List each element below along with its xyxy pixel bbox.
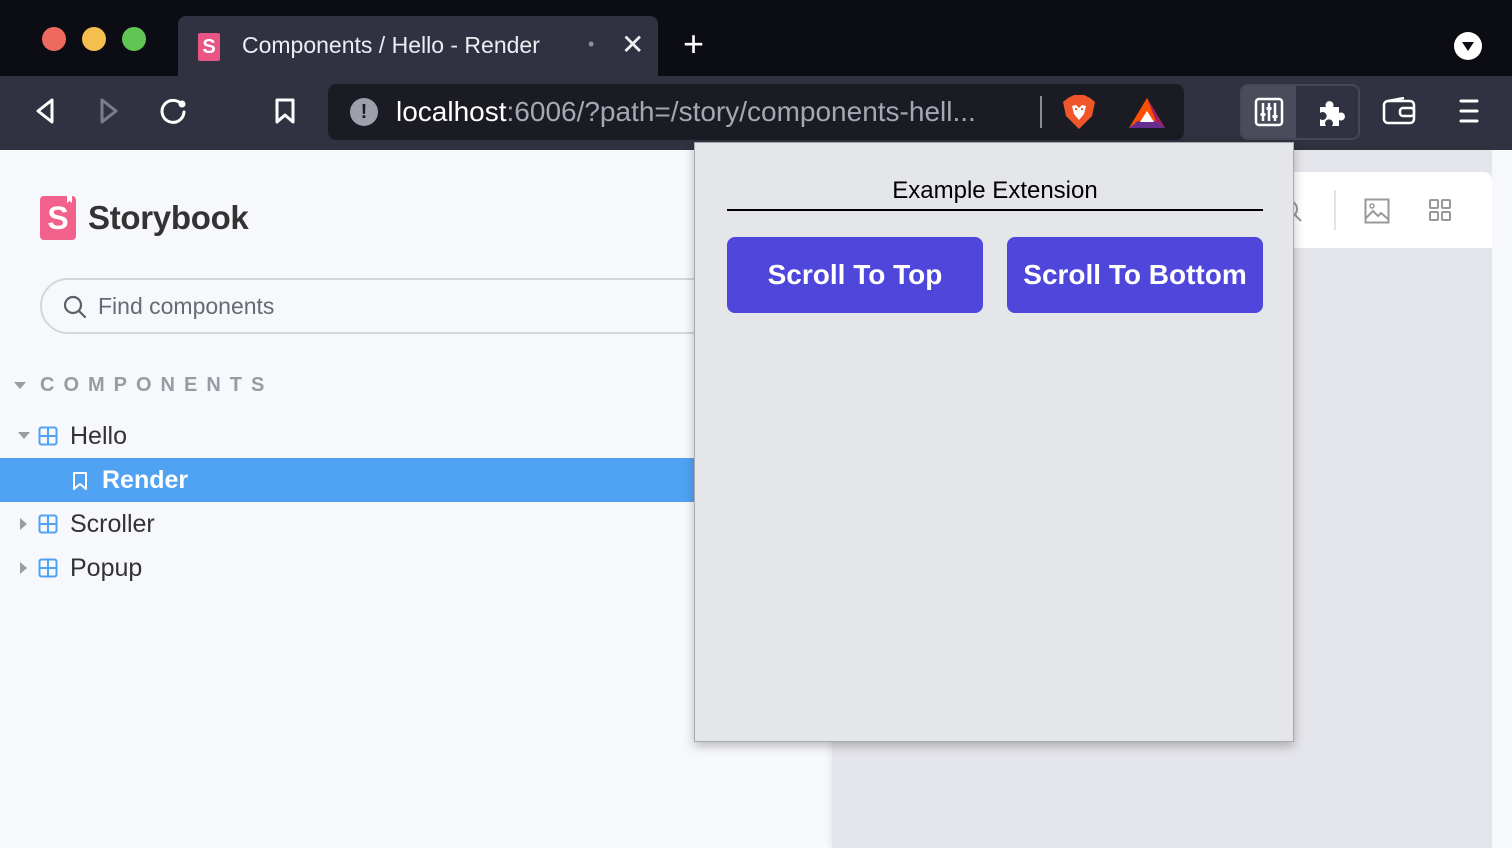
extensions-group (1240, 84, 1360, 140)
site-info-icon[interactable]: ! (350, 98, 378, 126)
component-icon (38, 426, 58, 446)
reload-icon[interactable] (156, 94, 190, 128)
scroll-to-top-button[interactable]: Scroll To Top (727, 237, 983, 313)
section-header-components[interactable]: COMPONENTS (14, 374, 273, 397)
puzzle-icon[interactable] (1316, 98, 1346, 128)
tab-close-icon[interactable]: ✕ (621, 30, 644, 60)
right-gutter (1492, 150, 1512, 848)
brave-rewards-icon[interactable] (1128, 97, 1166, 129)
storybook-logo[interactable]: S Storybook (40, 196, 249, 240)
scroll-to-bottom-button[interactable]: Scroll To Bottom (1007, 237, 1263, 313)
browser-window: S Components / Hello - Render • ✕ + ! lo… (0, 0, 1512, 848)
maximize-window-button[interactable] (122, 27, 146, 51)
tab-title: Components / Hello - Render (242, 32, 540, 58)
brave-shields-icon[interactable] (1062, 94, 1096, 130)
tab-strip: S Components / Hello - Render • ✕ + (0, 0, 1512, 76)
close-window-button[interactable] (42, 27, 66, 51)
new-tab-button[interactable]: + (683, 26, 704, 62)
search-input[interactable] (98, 286, 698, 326)
collapse-caret-icon (14, 382, 26, 389)
search-box (40, 278, 800, 334)
tab-separator: • (588, 34, 595, 54)
minimize-window-button[interactable] (82, 27, 106, 51)
extension-sliders-icon (1254, 97, 1284, 127)
component-icon (38, 514, 58, 534)
search-icon (63, 295, 87, 319)
extension-sliders-button[interactable] (1242, 86, 1296, 138)
storybook-logo-text: Storybook (88, 199, 249, 236)
back-icon[interactable] (28, 94, 62, 128)
address-bar[interactable]: ! localhost:6006/?path=/story/components… (328, 84, 1184, 140)
browser-toolbar: ! localhost:6006/?path=/story/components… (0, 76, 1512, 150)
expand-caret-icon (18, 432, 30, 439)
tree-item-scroller[interactable]: Scroller (0, 502, 694, 546)
section-label: COMPONENTS (40, 374, 274, 396)
toolbar-divider (1334, 190, 1336, 230)
url-divider (1040, 96, 1042, 128)
tree-item-label: Hello (70, 422, 127, 450)
storybook-favicon-icon: S (198, 33, 220, 61)
wallet-icon[interactable] (1382, 94, 1416, 128)
story-bookmark-icon (73, 472, 87, 490)
tab-search-dropdown-icon[interactable] (1454, 32, 1482, 60)
component-icon (38, 558, 58, 578)
grid-icon[interactable] (1428, 198, 1452, 222)
tree-item-hello[interactable]: Hello (0, 414, 694, 458)
url-path: :6006/?path=/story/components-hell... (506, 96, 976, 127)
background-icon[interactable] (1364, 198, 1390, 224)
tree-item-label: Scroller (70, 510, 155, 538)
bookmark-icon[interactable] (268, 94, 302, 128)
tree-item-label: Popup (70, 554, 143, 582)
popup-title: Example Extension (727, 177, 1263, 211)
tree-item-popup[interactable]: Popup (0, 546, 694, 590)
tree-item-render[interactable]: Render (0, 458, 694, 502)
tree-item-label: Render (102, 466, 189, 494)
expand-caret-icon (20, 518, 27, 530)
url-host: localhost (396, 96, 507, 127)
browser-tab-active[interactable]: S Components / Hello - Render • ✕ (178, 16, 658, 76)
forward-icon[interactable] (92, 94, 126, 128)
url-text[interactable]: localhost:6006/?path=/story/components-h… (396, 96, 976, 128)
menu-icon[interactable] (1452, 94, 1486, 128)
storybook-logo-icon: S (40, 196, 76, 240)
extension-popup: Example Extension Scroll To Top Scroll T… (694, 142, 1294, 742)
expand-caret-icon (20, 562, 27, 574)
